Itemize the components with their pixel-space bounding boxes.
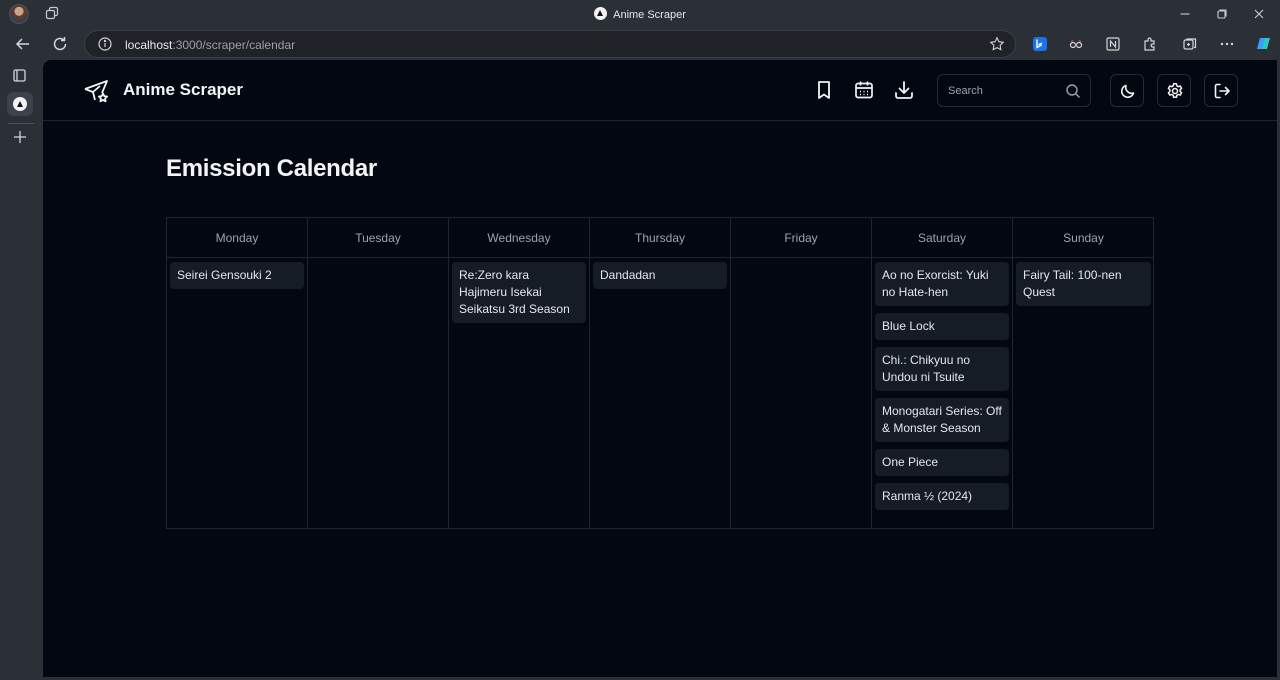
- anime-entry[interactable]: Blue Lock: [875, 313, 1009, 340]
- theme-toggle-button[interactable]: [1110, 74, 1144, 107]
- url-text[interactable]: localhost:3000/scraper/calendar: [125, 38, 295, 52]
- day-entries: Dandadan: [590, 258, 730, 289]
- reload-icon[interactable]: [50, 34, 70, 54]
- day-entries: [308, 258, 448, 262]
- anime-entry[interactable]: Re:Zero kara Hajimeru Isekai Seikatsu 3r…: [452, 262, 586, 323]
- settings-icon: [1167, 83, 1183, 99]
- site-info-icon[interactable]: [97, 36, 113, 52]
- brand-name[interactable]: Anime Scraper: [123, 80, 243, 100]
- site-favicon-icon: [13, 97, 27, 111]
- more-menu-icon[interactable]: [1219, 36, 1235, 52]
- day-column-sunday: Sunday Fairy Tail: 100-nen Quest: [1013, 218, 1154, 528]
- emission-calendar: Monday Seirei Gensouki 2 Tuesday Wednesday R…: [166, 217, 1154, 529]
- notion-extension-icon[interactable]: [1105, 36, 1121, 52]
- search-input[interactable]: [938, 75, 1058, 106]
- day-header: Tuesday: [308, 218, 448, 258]
- tab-actions-icon[interactable]: [11, 66, 29, 84]
- anime-entry[interactable]: Dandadan: [593, 262, 727, 289]
- browser-titlebar: Anime Scraper: [0, 0, 1280, 28]
- day-column-saturday: Saturday Ao no Exorcist: Yuki no Hate-hen…: [872, 218, 1013, 528]
- anime-entry[interactable]: Chi.: Chikyuu no Undou ni Tsuite: [875, 347, 1009, 391]
- day-header: Wednesday: [449, 218, 589, 258]
- day-entries: [731, 258, 871, 262]
- minimize-icon[interactable]: [1177, 6, 1193, 22]
- anime-entry[interactable]: One Piece: [875, 449, 1009, 476]
- calendar-icon[interactable]: [853, 79, 875, 101]
- day-entries: Re:Zero kara Hajimeru Isekai Seikatsu 3r…: [449, 258, 589, 323]
- window-title-text: Anime Scraper: [613, 9, 686, 21]
- reader-extension-icon[interactable]: [1068, 36, 1084, 52]
- tab-strip-divider: [8, 123, 34, 124]
- day-header: Thursday: [590, 218, 730, 258]
- logout-button[interactable]: [1204, 74, 1238, 107]
- bing-extension-icon[interactable]: [1032, 36, 1048, 52]
- site-favicon-icon: [594, 7, 608, 20]
- url-host: localhost: [125, 38, 173, 52]
- page-viewport: Anime Scraper Emission Calendar Monday Se…: [43, 60, 1277, 677]
- close-window-icon[interactable]: [1251, 6, 1267, 22]
- day-column-tuesday: Tuesday: [308, 218, 449, 528]
- day-entries: Fairy Tail: 100-nen Quest: [1013, 258, 1154, 306]
- page-title: Emission Calendar: [166, 155, 377, 182]
- anime-entry[interactable]: Ranma ½ (2024): [875, 483, 1009, 510]
- day-entries: Seirei Gensouki 2: [167, 258, 307, 289]
- browser-toolbar: localhost:3000/scraper/calendar: [0, 28, 1280, 60]
- day-column-thursday: Thursday Dandadan: [590, 218, 731, 528]
- logout-icon: [1214, 83, 1230, 99]
- paper-plane-star-logo-icon[interactable]: [83, 78, 111, 104]
- day-column-friday: Friday: [731, 218, 872, 528]
- window-title: Anime Scraper: [0, 7, 1280, 21]
- day-header: Saturday: [872, 218, 1012, 258]
- address-bar[interactable]: localhost:3000/scraper/calendar: [84, 30, 1016, 58]
- collections-icon[interactable]: [1182, 36, 1198, 52]
- vertical-tab-strip: [0, 60, 43, 680]
- active-tab[interactable]: [7, 92, 33, 116]
- restore-icon[interactable]: [1214, 6, 1230, 22]
- copilot-icon[interactable]: [1253, 34, 1273, 54]
- back-icon[interactable]: [13, 34, 33, 54]
- day-header: Friday: [731, 218, 871, 258]
- search-box[interactable]: [937, 74, 1091, 107]
- day-entries: Ao no Exorcist: Yuki no Hate-hen Blue Loc…: [872, 258, 1012, 510]
- day-header: Monday: [167, 218, 307, 258]
- anime-entry[interactable]: Ao no Exorcist: Yuki no Hate-hen: [875, 262, 1009, 306]
- bookmark-icon[interactable]: [813, 79, 835, 101]
- day-column-wednesday: Wednesday Re:Zero kara Hajimeru Isekai Se…: [449, 218, 590, 528]
- app-header: Anime Scraper: [43, 60, 1277, 121]
- settings-button[interactable]: [1157, 74, 1191, 107]
- url-path: :3000/scraper/calendar: [172, 38, 296, 52]
- extensions-puzzle-icon[interactable]: [1142, 36, 1158, 52]
- day-column-monday: Monday Seirei Gensouki 2: [167, 218, 308, 528]
- new-tab-icon[interactable]: [11, 128, 29, 146]
- search-icon[interactable]: [1065, 83, 1081, 99]
- anime-entry[interactable]: Seirei Gensouki 2: [170, 262, 304, 289]
- anime-entry[interactable]: Monogatari Series: Off & Monster Season: [875, 398, 1009, 442]
- moon-icon: [1120, 84, 1135, 99]
- day-header: Sunday: [1013, 218, 1154, 258]
- anime-entry[interactable]: Fairy Tail: 100-nen Quest: [1016, 262, 1151, 306]
- favorite-star-icon[interactable]: [989, 36, 1005, 52]
- download-icon[interactable]: [893, 79, 915, 101]
